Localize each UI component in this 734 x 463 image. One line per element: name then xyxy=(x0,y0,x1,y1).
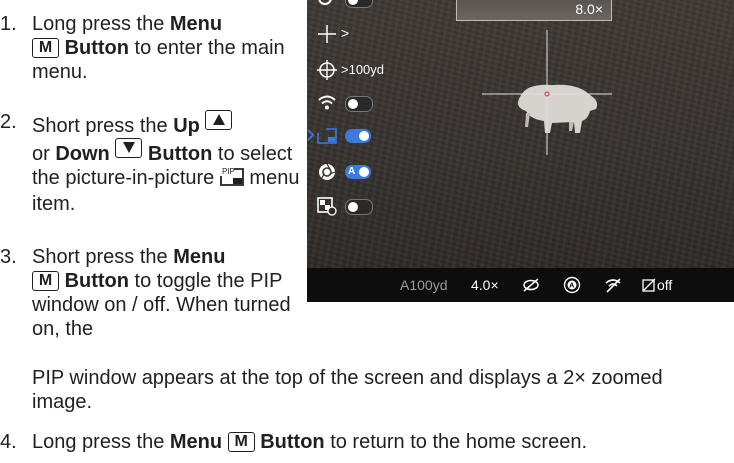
step-number: 1. xyxy=(0,13,17,35)
calibration-auto-toggle[interactable]: A xyxy=(345,165,371,179)
display-settings-icon xyxy=(317,197,337,216)
pip-icon: PIP xyxy=(219,166,244,192)
step-2: 2. Short press the Up or Down Button to … xyxy=(0,110,300,216)
reticle-value: > xyxy=(341,25,350,41)
step-text: Long press the xyxy=(32,13,170,35)
device-screen: 8.0× > >100yd A A100yd 4.0× A off xyxy=(307,0,734,302)
step-text: Long press the xyxy=(32,431,170,453)
distance-value: >100yd xyxy=(341,62,385,77)
shutter-icon xyxy=(319,163,336,180)
status-distance: A100yd xyxy=(400,277,448,293)
svg-text:A: A xyxy=(569,283,574,290)
rangefinder-icon xyxy=(317,60,337,80)
step-text: to return to the home screen. xyxy=(324,431,588,453)
pip-menu-icon xyxy=(317,128,337,144)
step-4: 4. Long press the Menu M Button to retur… xyxy=(0,430,734,454)
button-word: Button xyxy=(260,431,325,453)
step-number: 4. xyxy=(0,431,17,453)
wifi-off-icon xyxy=(605,278,621,293)
button-word: Button xyxy=(64,270,129,292)
button-word: Button xyxy=(64,37,129,59)
step-text: PIP window appears at the top of the scr… xyxy=(32,367,663,413)
selection-chevron-icon xyxy=(307,129,315,141)
wifi-icon xyxy=(318,95,336,110)
record-status: off xyxy=(657,277,673,293)
auto-calibration-icon: A xyxy=(563,276,581,294)
button-name: Up xyxy=(173,115,200,137)
up-key-icon xyxy=(205,110,233,130)
step-number: 3. xyxy=(0,246,17,268)
button-name: Menu xyxy=(169,13,223,35)
status-zoom: 4.0× xyxy=(471,277,499,293)
pip-zoom-label: 8.0× xyxy=(575,1,603,17)
crosshair-icon xyxy=(318,25,336,43)
step-3: 3. Short press the Menu M Button to togg… xyxy=(0,245,305,341)
status-bar: A100yd 4.0× A off xyxy=(307,268,734,302)
display-toggle[interactable] xyxy=(345,199,373,215)
partial-toggle[interactable] xyxy=(345,0,373,8)
partial-icon xyxy=(318,0,332,5)
step-number: 2. xyxy=(0,111,17,133)
button-word: Button xyxy=(147,143,213,165)
button-name: Menu xyxy=(169,431,223,453)
pip-window: 8.0× xyxy=(456,0,612,21)
step-text: Short press the xyxy=(32,246,174,268)
record-off-icon xyxy=(642,278,656,292)
hidden-eye-icon xyxy=(523,278,539,292)
button-name: Down xyxy=(55,143,110,165)
button-name: Menu xyxy=(173,246,226,268)
pip-icon-text: PIP xyxy=(222,167,235,176)
step-text: or xyxy=(32,143,56,165)
down-key-icon xyxy=(115,138,143,158)
pip-toggle[interactable] xyxy=(345,129,371,143)
step-text: Short press the xyxy=(32,115,174,137)
step-1: 1. Long press the Menu M Button to enter… xyxy=(0,12,300,84)
menu-key-icon: M xyxy=(32,38,59,58)
auto-letter: A xyxy=(348,166,356,177)
step-3-continuation: PIP window appears at the top of the scr… xyxy=(32,366,692,414)
menu-key-icon: M xyxy=(32,271,59,291)
menu-key-icon: M xyxy=(227,432,255,452)
wifi-toggle[interactable] xyxy=(345,96,373,112)
aiming-crosshair xyxy=(482,30,612,155)
